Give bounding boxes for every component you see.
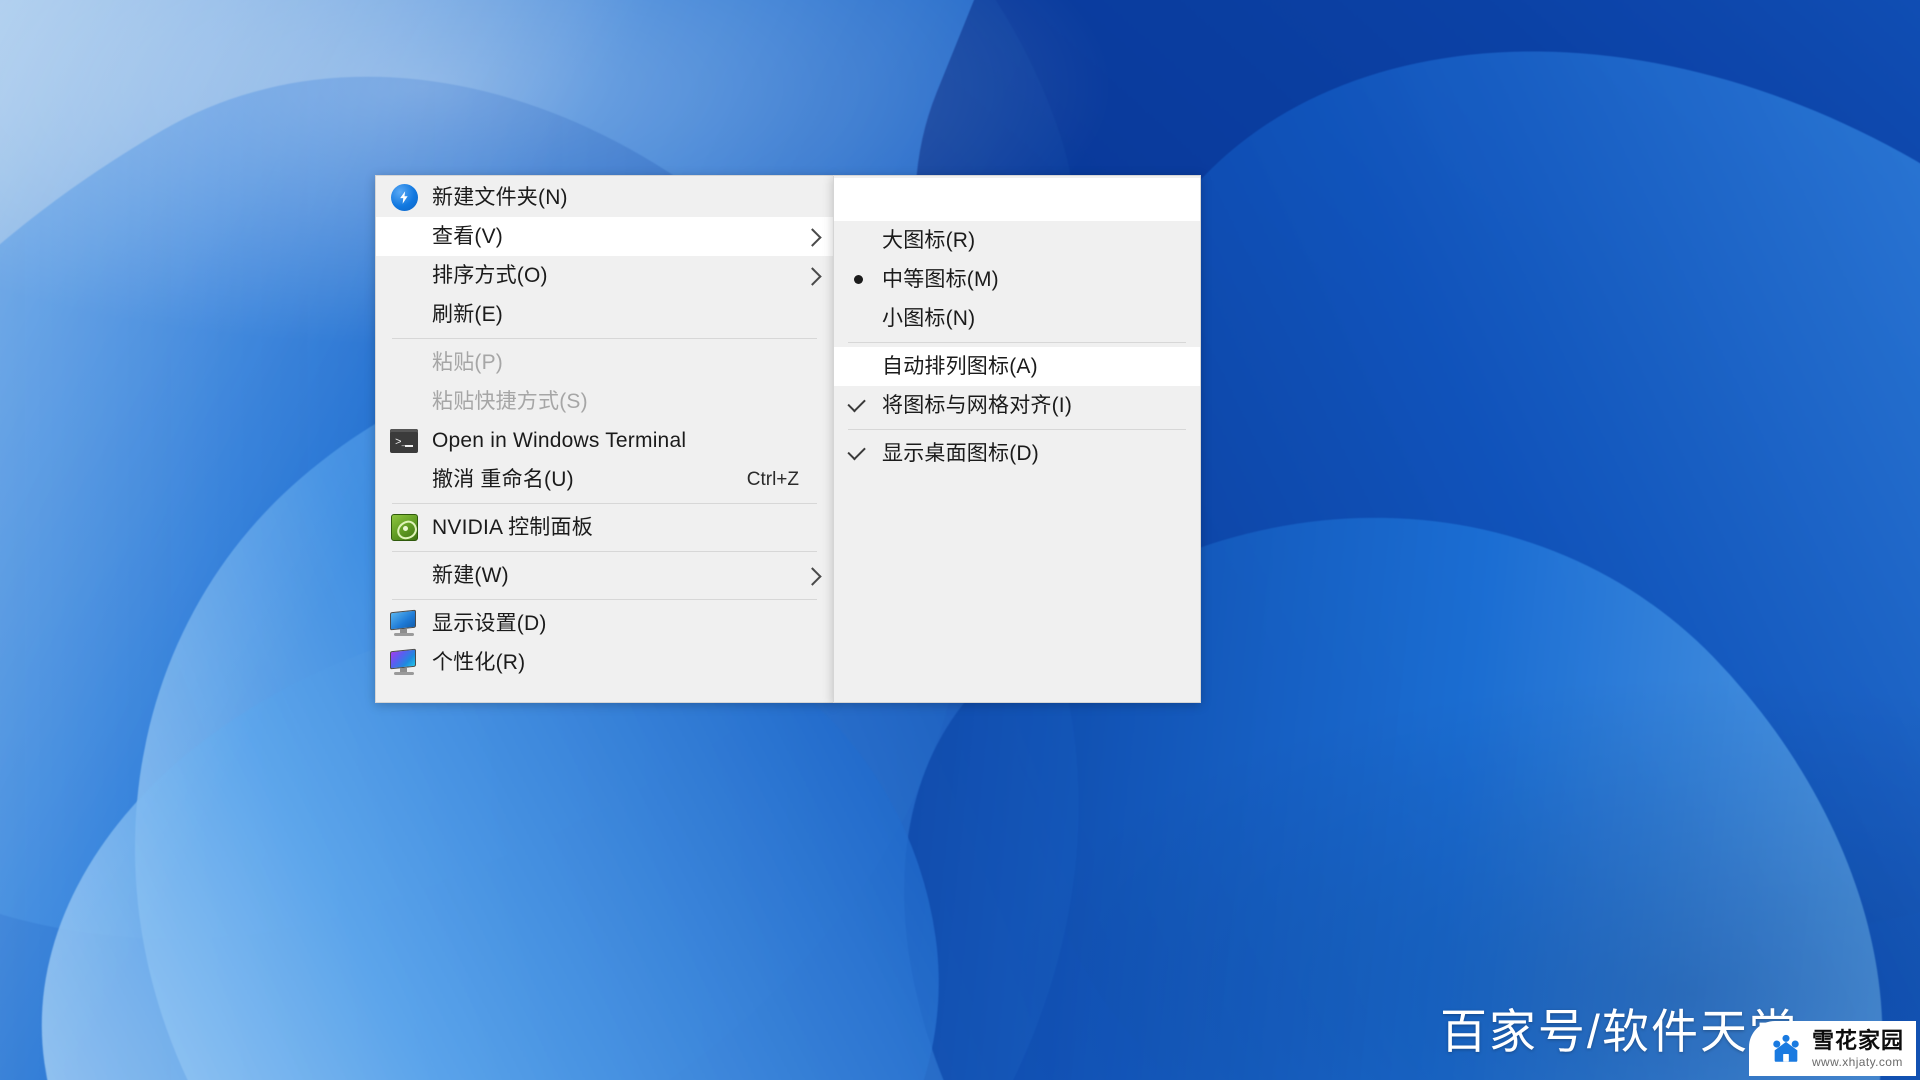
menu-item-personalize[interactable]: 个性化(R) [376, 643, 833, 682]
menu-item-view[interactable]: 查看(V) [376, 217, 833, 256]
menu-item-paste: 粘贴(P) [376, 343, 833, 382]
menu-item-accelerator: Ctrl+Z [746, 468, 799, 490]
menu-separator [392, 551, 817, 552]
menu-item-paste-shortcut: 粘贴快捷方式(S) [376, 382, 833, 421]
site-badge: 雪花家园 www.xhjaty.com [1748, 1021, 1916, 1076]
personalization-icon [376, 648, 432, 676]
menu-item-label: 排序方式(O) [432, 264, 548, 287]
menu-item-refresh[interactable]: 刷新(E) [376, 295, 833, 334]
site-badge-url: www.xhjaty.com [1811, 1055, 1903, 1069]
submenu-item-auto-arrange-icons[interactable]: 自动排列图标(A) [834, 347, 1200, 386]
radio-selected-icon [834, 275, 882, 284]
menu-item-label: NVIDIA 控制面板 [432, 516, 593, 539]
menu-item-label: 粘贴(P) [432, 351, 503, 374]
desktop[interactable]: 新建文件夹(N) 查看(V) 排序方式(O) 刷新(E) 粘贴(P) 粘贴快捷方… [0, 0, 1920, 1080]
submenu-item-label: 显示桌面图标(D) [882, 442, 1039, 465]
submenu-item-large-icons[interactable]: 大图标(R) [834, 221, 1200, 260]
submenu-item-align-icons-to-grid[interactable]: 将图标与网格对齐(I) [834, 386, 1200, 425]
menu-item-new-folder[interactable]: 新建文件夹(N) [376, 178, 833, 217]
submenu-item-label: 中等图标(M) [882, 268, 999, 291]
menu-item-label: 新建文件夹(N) [432, 186, 568, 209]
check-icon [834, 393, 882, 412]
menu-item-nvidia-control-panel[interactable]: NVIDIA 控制面板 [376, 508, 833, 547]
lightning-circle-icon [376, 184, 432, 211]
submenu-separator [848, 342, 1186, 343]
submenu-separator [848, 429, 1186, 430]
submenu-top-spacer [834, 178, 1200, 221]
snowflake-house-icon [1769, 1032, 1803, 1066]
submenu-item-label: 将图标与网格对齐(I) [882, 394, 1073, 417]
submenu-item-medium-icons[interactable]: 中等图标(M) [834, 260, 1200, 299]
menu-item-label: 查看(V) [432, 225, 503, 248]
menu-separator [392, 338, 817, 339]
submenu-item-label: 大图标(R) [882, 229, 976, 252]
menu-item-label: 粘贴快捷方式(S) [432, 390, 588, 413]
menu-item-open-in-windows-terminal[interactable]: >_ Open in Windows Terminal [376, 421, 833, 460]
view-submenu[interactable]: 大图标(R) 中等图标(M) 小图标(N) 自动排列图标(A) 将图标与网格对齐… [833, 175, 1201, 703]
menu-item-label: 显示设置(D) [432, 612, 547, 635]
submenu-item-show-desktop-icons[interactable]: 显示桌面图标(D) [834, 434, 1200, 473]
menu-item-label: 撤消 重命名(U) [432, 468, 574, 491]
site-badge-name: 雪花家园 [1811, 1028, 1904, 1053]
menu-item-label: 刷新(E) [432, 303, 503, 326]
watermark-text: 百家号/软件天堂 [1439, 1005, 1798, 1058]
menu-separator [392, 599, 817, 600]
terminal-icon: >_ [376, 428, 432, 453]
check-icon [834, 441, 882, 460]
desktop-context-menu[interactable]: 新建文件夹(N) 查看(V) 排序方式(O) 刷新(E) 粘贴(P) 粘贴快捷方… [375, 175, 834, 703]
menu-item-sort-by[interactable]: 排序方式(O) [376, 256, 833, 295]
menu-item-label: 个性化(R) [432, 651, 526, 674]
menu-separator [392, 503, 817, 504]
menu-item-undo-rename[interactable]: 撤消 重命名(U) Ctrl+Z [376, 460, 833, 499]
menu-item-new[interactable]: 新建(W) [376, 556, 833, 595]
menu-item-display-settings[interactable]: 显示设置(D) [376, 604, 833, 643]
submenu-item-label: 小图标(N) [882, 307, 976, 330]
menu-item-label: 新建(W) [432, 564, 509, 587]
nvidia-icon [376, 514, 432, 541]
menu-item-label: Open in Windows Terminal [432, 429, 687, 452]
display-settings-icon [376, 609, 432, 637]
submenu-item-small-icons[interactable]: 小图标(N) [834, 299, 1200, 338]
submenu-item-label: 自动排列图标(A) [882, 355, 1038, 378]
